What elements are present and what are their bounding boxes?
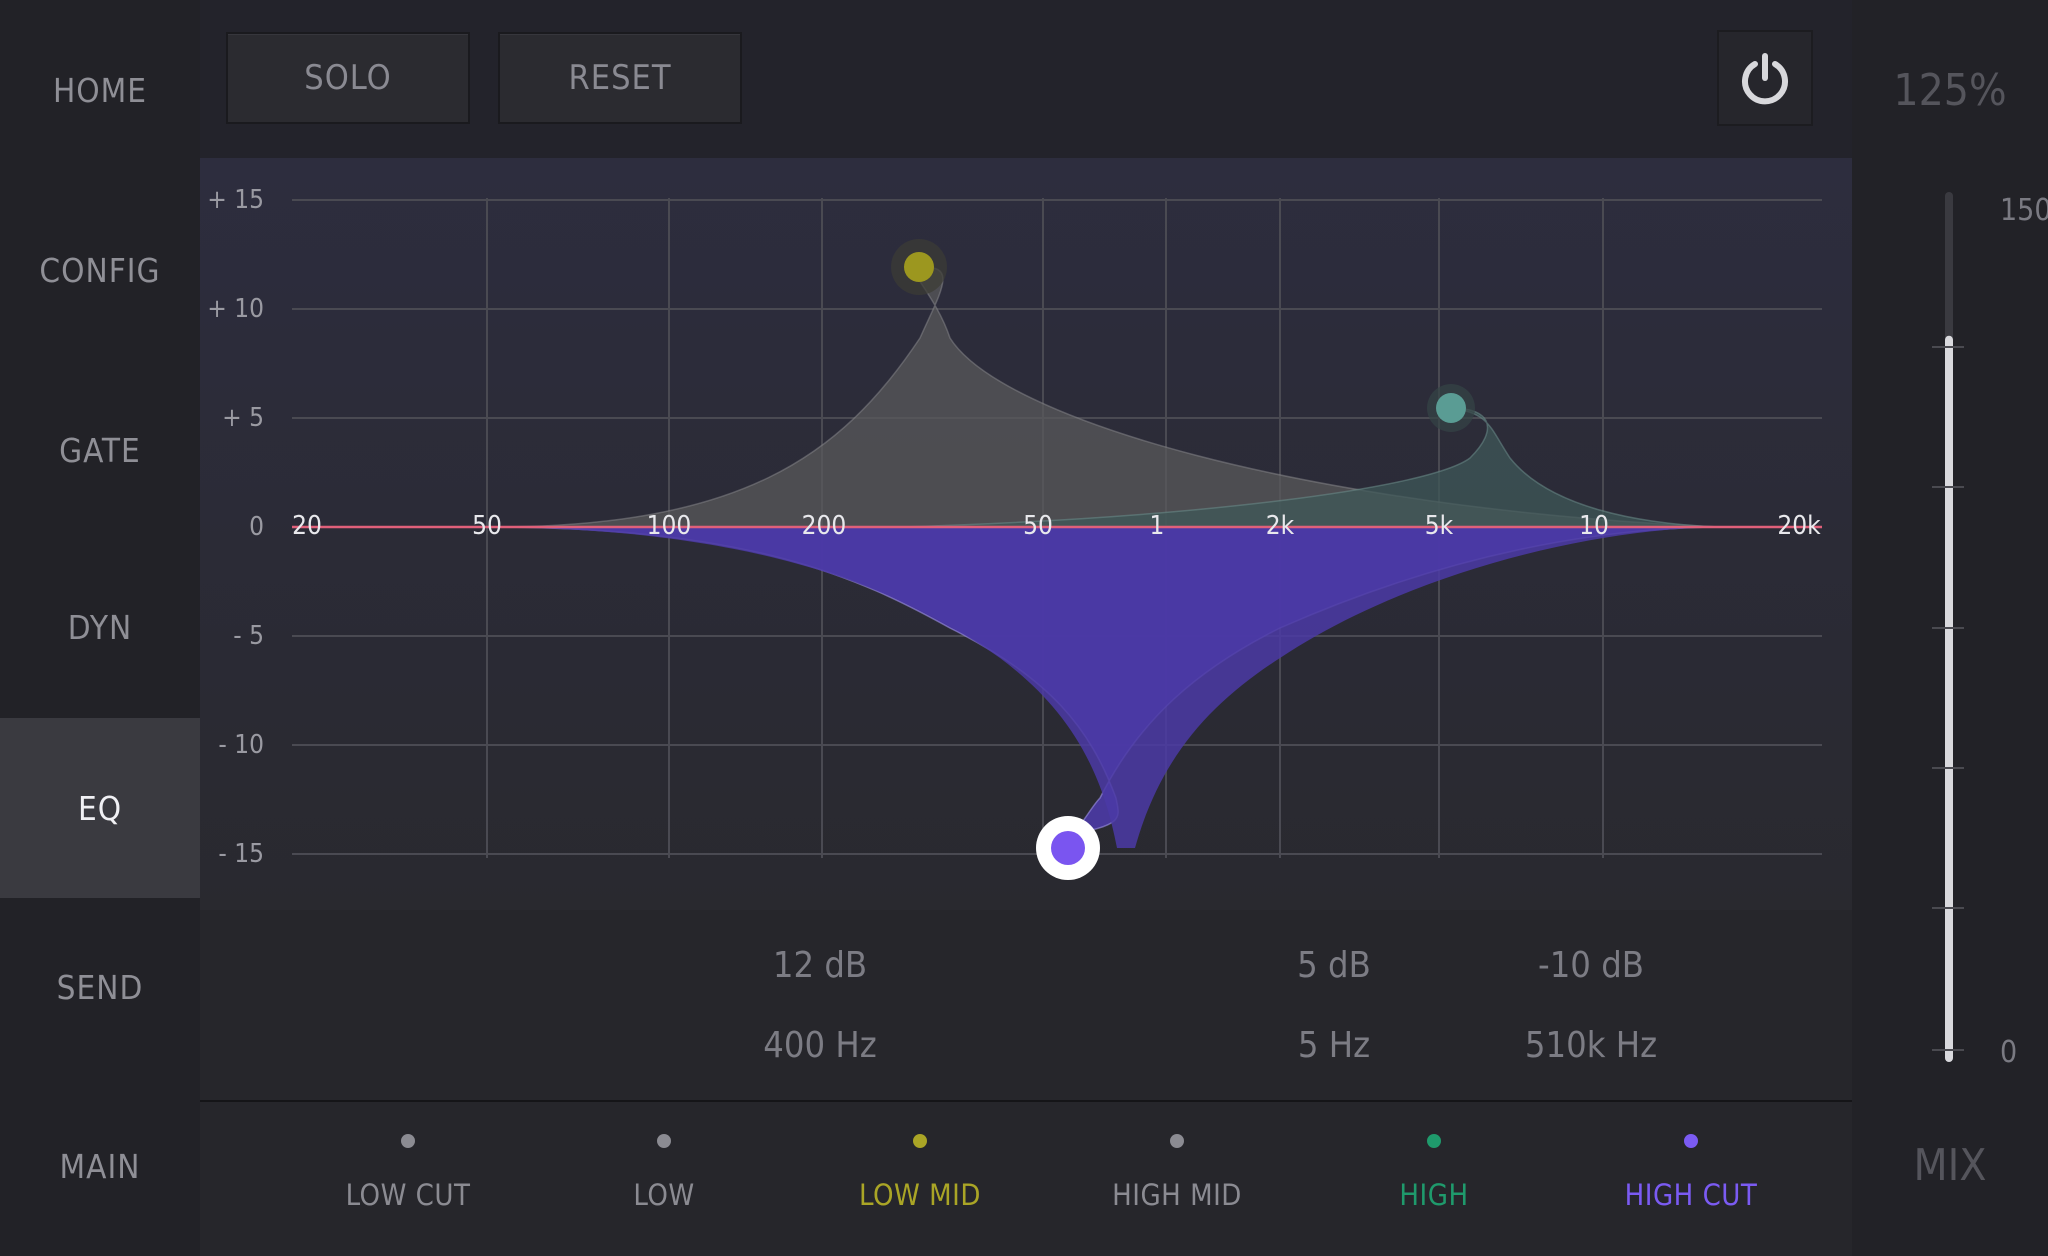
nav-item-send[interactable]: SEND [0, 897, 200, 1077]
high-cut-freq-value: 510k Hz [1524, 1025, 1658, 1066]
x-axis-label: 2k [1266, 511, 1295, 541]
sidebar-nav: HOME CONFIG GATE DYN EQ SEND MAIN [0, 0, 200, 1256]
x-axis-label: 200 [802, 511, 847, 541]
power-button[interactable] [1717, 30, 1813, 126]
band-low-cut[interactable]: LOW CUT [288, 1102, 528, 1256]
nav-item-main[interactable]: MAIN [0, 1076, 200, 1256]
high-handle[interactable] [1427, 384, 1475, 432]
high-cut-gain-value: -10 dB [1538, 945, 1644, 986]
x-axis-label: 20 [292, 511, 322, 541]
nav-item-gate[interactable]: GATE [0, 360, 200, 540]
high-freq-value: 5 Hz [1297, 1025, 1371, 1066]
eq-toolbar: SOLO RESET [200, 0, 1852, 158]
band-selector: LOW CUT LOW LOW MID HIGH MID HIGH HIGH C… [200, 1102, 1852, 1256]
band-readouts: 12 dB 400 Hz 5 dB 5 Hz -10 dB 510k Hz [200, 910, 1852, 1100]
low-mid-handle[interactable] [891, 239, 947, 295]
x-axis-label: 50 [472, 511, 502, 541]
reset-button[interactable]: RESET [498, 32, 742, 124]
y-axis-label: - 15 [218, 839, 264, 869]
band-indicator-dot [1684, 1134, 1698, 1148]
mix-fader[interactable] [1852, 0, 2048, 1100]
y-axis-label: + 15 [207, 185, 264, 215]
y-axis-label: 0 [249, 512, 264, 542]
x-axis-label: 50 [1023, 511, 1053, 541]
x-axis-label: 100 [647, 511, 692, 541]
mix-button[interactable]: MIX [1852, 1140, 2048, 1191]
nav-item-config[interactable]: CONFIG [0, 180, 200, 360]
y-axis-label: + 10 [207, 294, 264, 324]
band-label: LOW CUT [345, 1178, 471, 1212]
band-high-cut[interactable]: HIGH CUT [1571, 1102, 1811, 1256]
high-cut-curve-shape [490, 527, 1720, 848]
band-indicator-dot [913, 1134, 927, 1148]
band-high[interactable]: HIGH [1314, 1102, 1554, 1256]
x-axis-label: 10 [1579, 511, 1609, 541]
x-axis-label: 20k [1777, 511, 1821, 541]
nav-item-home[interactable]: HOME [0, 0, 200, 180]
y-axis-label: - 5 [233, 621, 264, 651]
band-low-mid[interactable]: LOW MID [800, 1102, 1040, 1256]
mix-panel: 125% 150 0 MIX [1852, 0, 2048, 1256]
band-high-mid[interactable]: HIGH MID [1057, 1102, 1297, 1256]
high-gain-value: 5 dB [1297, 945, 1371, 986]
band-label: LOW [633, 1178, 695, 1212]
low-mid-freq-value: 400 Hz [763, 1025, 877, 1066]
y-axis-label: - 10 [218, 730, 264, 760]
band-label: HIGH MID [1112, 1178, 1242, 1212]
x-axis-label: 1 [1150, 511, 1165, 541]
band-indicator-dot [401, 1134, 415, 1148]
eq-panel: SOLO RESET + 15 + 10 + 5 0 - 5 - 10 - 15… [200, 0, 1852, 1256]
eq-graph[interactable]: + 15 + 10 + 5 0 - 5 - 10 - 15 20 50 100 … [200, 158, 1852, 910]
x-axis-label: 5k [1425, 511, 1454, 541]
band-label: LOW MID [859, 1178, 981, 1212]
band-indicator-dot [1170, 1134, 1184, 1148]
nav-item-dyn[interactable]: DYN [0, 537, 200, 717]
solo-button[interactable]: SOLO [226, 32, 470, 124]
y-axis-label: + 5 [222, 403, 264, 433]
band-indicator-dot [1427, 1134, 1441, 1148]
band-label: HIGH [1399, 1178, 1469, 1212]
band-label: HIGH CUT [1624, 1178, 1758, 1212]
nav-item-eq[interactable]: EQ [0, 718, 200, 898]
power-icon [1742, 53, 1788, 105]
band-indicator-dot [657, 1134, 671, 1148]
low-mid-gain-value: 12 dB [772, 945, 868, 986]
band-low[interactable]: LOW [544, 1102, 784, 1256]
high-cut-handle[interactable] [1036, 816, 1100, 880]
